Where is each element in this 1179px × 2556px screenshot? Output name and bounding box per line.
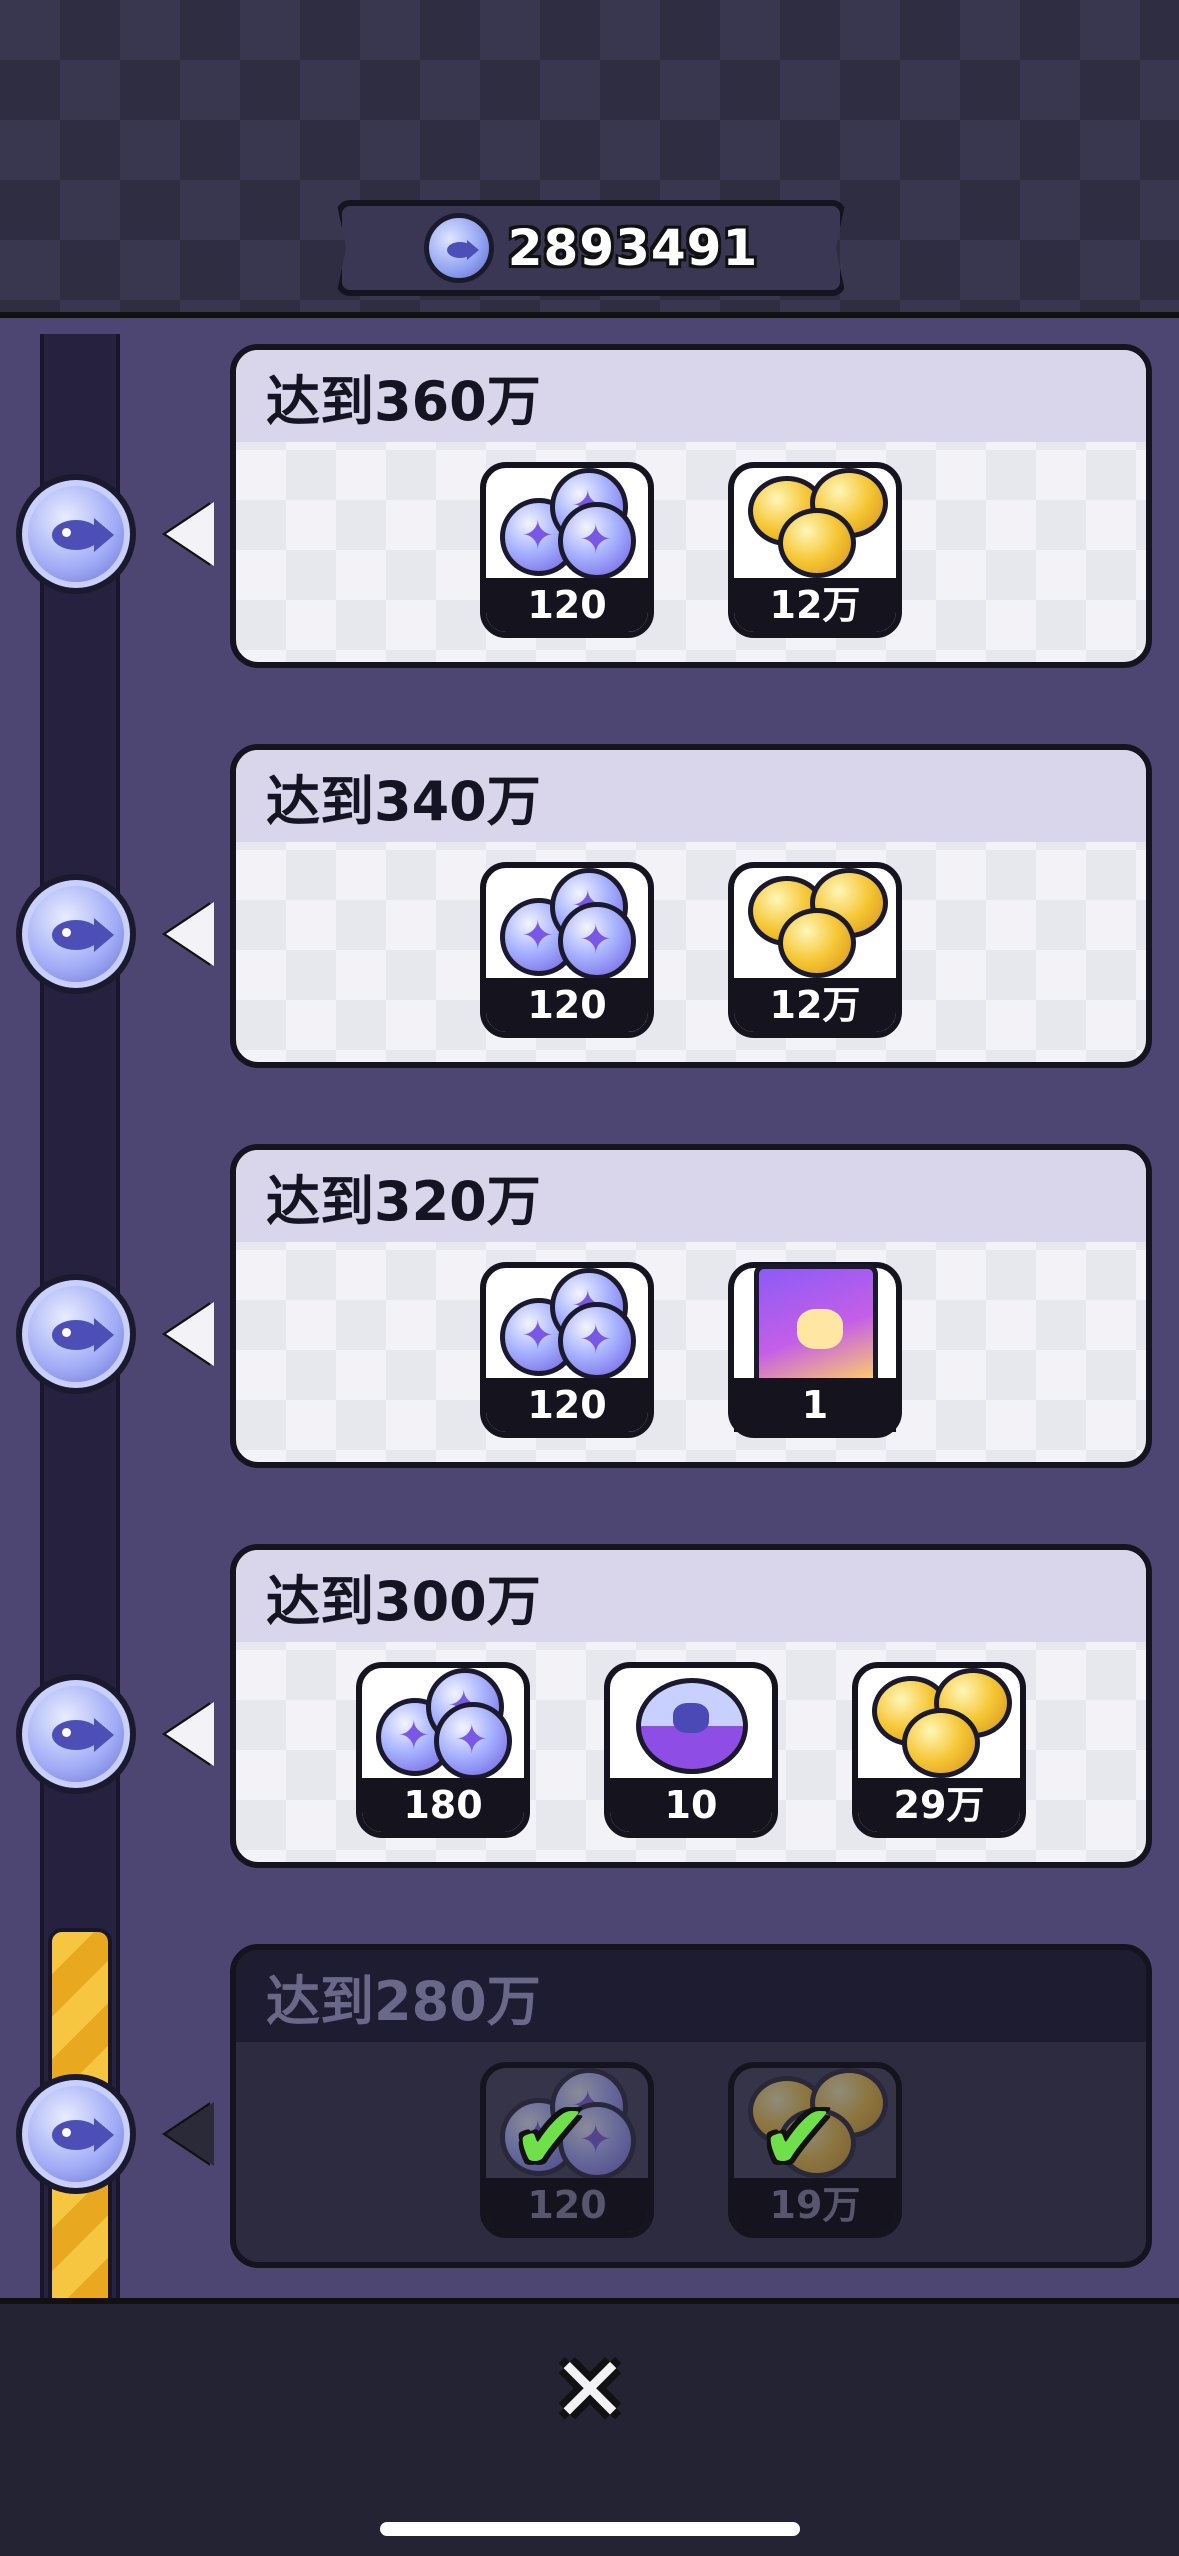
tier-row: 达到360万 120 12万 — [0, 344, 1179, 674]
tier-row: 达到300万 180 10 29万 — [0, 1544, 1179, 1874]
reward-item[interactable]: 120 — [480, 462, 654, 638]
pointer-arrow-icon — [166, 1302, 214, 1366]
reward-qty: 19万 — [734, 2178, 896, 2232]
fish-node-icon — [16, 2074, 136, 2194]
reward-item[interactable]: 120 — [480, 862, 654, 1038]
tier-title: 达到300万 — [266, 1569, 541, 1633]
reward-item[interactable]: 180 — [356, 1662, 530, 1838]
fish-node-icon — [16, 1274, 136, 1394]
reward-list[interactable]: 达到360万 120 12万 达到340万 — [0, 324, 1179, 2298]
pointer-arrow-icon — [166, 2102, 214, 2166]
home-indicator[interactable] — [380, 2522, 800, 2536]
card-pack-icon — [734, 1264, 896, 1388]
capsule-icon — [610, 1668, 772, 1778]
gem-icon — [486, 468, 648, 580]
reward-qty: 120 — [486, 1378, 648, 1432]
total-score: 2893491 — [507, 219, 759, 277]
pointer-arrow-icon — [166, 1702, 214, 1766]
tier-title: 达到360万 — [266, 369, 541, 433]
reward-qty: 29万 — [858, 1778, 1020, 1832]
fish-node-icon — [16, 874, 136, 994]
tier-card[interactable]: 达到320万 120 1 — [230, 1144, 1152, 1468]
gem-icon — [486, 868, 648, 980]
reward-item[interactable]: 29万 — [852, 1662, 1026, 1838]
reward-qty: 180 — [362, 1778, 524, 1832]
reward-item[interactable]: ✔ 19万 — [728, 2062, 902, 2238]
reward-item[interactable]: 1 — [728, 1262, 902, 1438]
tier-row: 达到280万 ✔ 120 ✔ 19万 — [0, 1944, 1179, 2274]
reward-item[interactable]: 10 — [604, 1662, 778, 1838]
tier-title: 达到280万 — [266, 1969, 541, 2033]
gem-icon — [362, 1668, 524, 1780]
check-icon: ✔ — [512, 2084, 590, 2191]
top-banner-area: 2893491 — [0, 0, 1179, 318]
pointer-arrow-icon — [166, 902, 214, 966]
candy-icon — [734, 468, 896, 578]
gem-icon — [486, 1268, 648, 1380]
reward-item[interactable]: ✔ 120 — [480, 2062, 654, 2238]
fish-coin-icon — [423, 213, 494, 283]
score-banner: 2893491 — [336, 200, 846, 296]
reward-qty: 120 — [486, 2178, 648, 2232]
reward-item[interactable]: 12万 — [728, 862, 902, 1038]
reward-qty: 10 — [610, 1778, 772, 1832]
fish-node-icon — [16, 474, 136, 594]
reward-qty: 12万 — [734, 578, 896, 632]
check-icon: ✔ — [760, 2084, 838, 2191]
reward-item[interactable]: 120 — [480, 1262, 654, 1438]
reward-item[interactable]: 12万 — [728, 462, 902, 638]
candy-icon — [734, 868, 896, 978]
tier-card[interactable]: 达到300万 180 10 29万 — [230, 1544, 1152, 1868]
fish-node-icon — [16, 1674, 136, 1794]
tier-card[interactable]: 达到340万 120 12万 — [230, 744, 1152, 1068]
reward-qty: 12万 — [734, 978, 896, 1032]
pointer-arrow-icon — [166, 502, 214, 566]
tier-title: 达到340万 — [266, 769, 541, 833]
tier-row: 达到340万 120 12万 — [0, 744, 1179, 1074]
close-icon[interactable]: ✕ — [540, 2338, 640, 2443]
reward-qty: 1 — [734, 1378, 896, 1432]
tier-row: 达到320万 120 1 — [0, 1144, 1179, 1474]
tier-title: 达到320万 — [266, 1169, 541, 1233]
reward-qty: 120 — [486, 978, 648, 1032]
bottom-bar: ✕ — [0, 2298, 1179, 2556]
candy-icon — [858, 1668, 1020, 1778]
reward-qty: 120 — [486, 578, 648, 632]
tier-card-claimed[interactable]: 达到280万 ✔ 120 ✔ 19万 — [230, 1944, 1152, 2268]
tier-card[interactable]: 达到360万 120 12万 — [230, 344, 1152, 668]
